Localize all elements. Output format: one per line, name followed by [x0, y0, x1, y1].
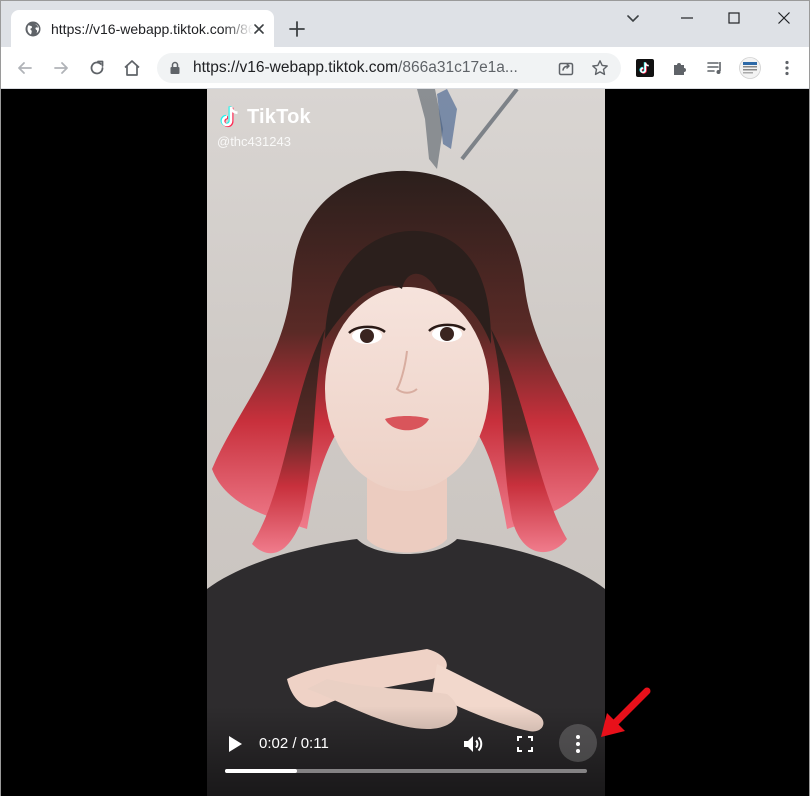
- close-window-icon[interactable]: [775, 9, 793, 27]
- video-username: @thc431243: [217, 134, 291, 149]
- address-bar[interactable]: https://v16-webapp.tiktok.com/866a31c17e…: [157, 53, 621, 83]
- tab-search-chevron-icon[interactable]: [624, 9, 642, 27]
- play-icon[interactable]: [227, 735, 243, 753]
- kebab-menu-icon[interactable]: [778, 59, 796, 77]
- new-tab-icon[interactable]: [288, 20, 306, 38]
- video-time: 0:02 / 0:11: [259, 735, 329, 752]
- tiktok-brand-text: TikTok: [247, 105, 311, 128]
- bookmark-star-icon[interactable]: [591, 59, 609, 77]
- browser-window: https://v16-webapp.tiktok.com/866a31c17e…: [0, 0, 810, 796]
- browser-tab[interactable]: https://v16-webapp.tiktok.com/866a31c17e…: [11, 10, 274, 47]
- tab-strip: https://v16-webapp.tiktok.com/866a31c17e…: [1, 1, 809, 47]
- fullscreen-icon[interactable]: [516, 735, 534, 753]
- profile-avatar[interactable]: [739, 57, 761, 79]
- url-text[interactable]: https://v16-webapp.tiktok.com/866a31c17e…: [193, 59, 551, 77]
- browser-toolbar: https://v16-webapp.tiktok.com/866a31c17e…: [1, 47, 809, 89]
- forward-arrow-icon[interactable]: [51, 58, 71, 78]
- tiktok-extension-icon[interactable]: [636, 59, 654, 77]
- tiktok-logo-icon: [220, 106, 238, 128]
- volume-icon[interactable]: [462, 733, 484, 755]
- share-icon[interactable]: [557, 59, 575, 77]
- reload-icon[interactable]: [87, 58, 107, 78]
- media-control-icon[interactable]: [706, 59, 724, 77]
- progress-bar[interactable]: [225, 769, 587, 773]
- page-viewport: TikTok @thc431243 0:02 / 0:11: [1, 89, 809, 796]
- progress-fill: [225, 769, 298, 773]
- extensions-puzzle-icon[interactable]: [671, 59, 689, 77]
- home-icon[interactable]: [122, 58, 142, 78]
- maximize-icon[interactable]: [725, 9, 743, 27]
- close-tab-icon[interactable]: [251, 21, 267, 37]
- tiktok-watermark: TikTok: [219, 103, 311, 131]
- more-options-icon[interactable]: [571, 733, 585, 755]
- annotation-arrow-icon: [601, 687, 651, 737]
- back-arrow-icon[interactable]: [15, 58, 35, 78]
- lock-icon[interactable]: [169, 61, 181, 75]
- person-illustration: [207, 170, 605, 796]
- minimize-icon[interactable]: [678, 9, 696, 27]
- video-player[interactable]: TikTok @thc431243 0:02 / 0:11: [207, 89, 605, 796]
- globe-icon: [25, 21, 41, 37]
